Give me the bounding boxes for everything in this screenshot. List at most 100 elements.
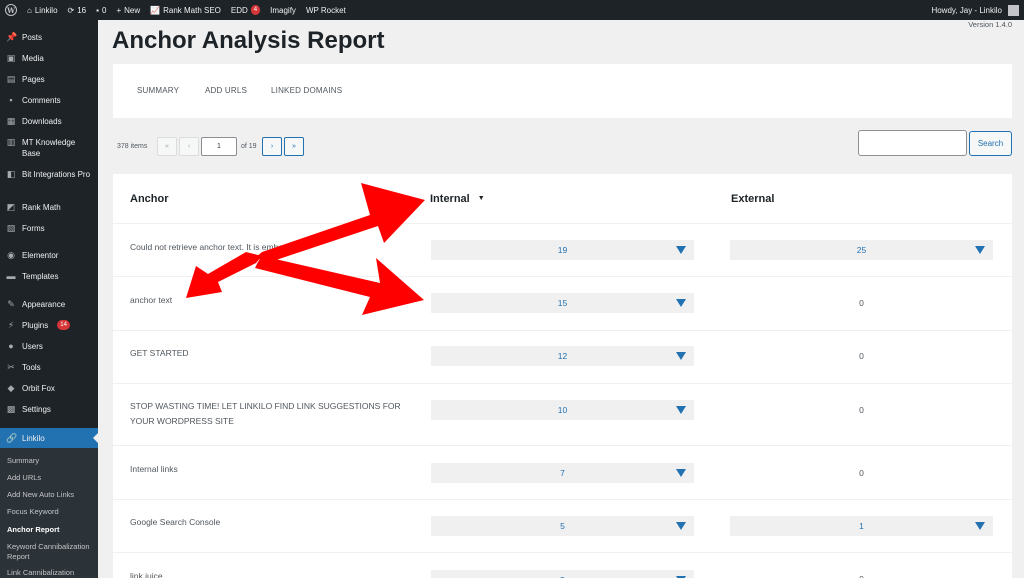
sidebar-item-pages[interactable]: ▤ Pages — [0, 74, 98, 85]
templates-icon: ▬ — [6, 271, 16, 281]
sidebar-item-downloads[interactable]: ▦ Downloads — [0, 116, 98, 127]
howdy-text: Howdy, Jay - Linkilo — [931, 5, 1002, 15]
sidebar-item-label: Media — [22, 54, 44, 63]
comment-icon: ▪ — [96, 5, 99, 15]
sidebar-item-posts[interactable]: 📌 Posts — [0, 32, 98, 43]
sidebar-item-orbit-fox[interactable]: ◆ Orbit Fox — [0, 383, 98, 394]
tools-icon: ✂ — [7, 362, 15, 372]
sidebar-item-bit-integrations[interactable]: ◧ Bit Integrations Pro — [0, 169, 98, 180]
row-divider — [113, 223, 1012, 224]
internal-count: 19 — [557, 245, 568, 255]
sidebar-item-label: Plugins — [22, 321, 49, 330]
sidebar-item-forms[interactable]: ▧ Forms — [0, 223, 98, 234]
sidebar-item-label: Orbit Fox — [22, 384, 55, 393]
last-page-button[interactable]: » — [284, 137, 304, 156]
tab-linked-domains[interactable]: LINKED DOMAINS — [271, 86, 342, 95]
sidebar-item-templates[interactable]: ▬ Templates — [0, 271, 98, 282]
row-divider — [113, 445, 1012, 446]
submenu-keyword-cannibalization[interactable]: Keyword Cannibalization Report — [7, 542, 95, 562]
sidebar-item-plugins[interactable]: ⚡ Plugins 14 — [0, 320, 98, 331]
external-count: 0 — [859, 351, 864, 361]
column-header-external[interactable]: External — [731, 193, 774, 205]
submenu-summary[interactable]: Summary — [7, 456, 95, 466]
submenu-add-urls[interactable]: Add URLs — [7, 473, 95, 483]
account-menu[interactable]: Howdy, Jay - Linkilo — [926, 0, 1024, 20]
pages-icon: ▤ — [6, 74, 16, 84]
comments-count: 0 — [101, 5, 107, 15]
anchor-cell: Internal links — [130, 464, 178, 474]
sidebar-item-settings[interactable]: ▩ Settings — [0, 404, 98, 415]
site-name-menu[interactable]: ⌂ Linkilo — [22, 0, 63, 20]
tab-summary[interactable]: SUMMARY — [137, 86, 179, 95]
sidebar-item-knowledge-base[interactable]: ▥ MT Knowledge Base — [0, 137, 98, 159]
internal-count: 7 — [560, 468, 565, 478]
internal-dropdown[interactable]: 10 — [431, 400, 694, 420]
column-header-anchor[interactable]: Anchor — [130, 193, 169, 205]
sidebar-item-label: Rank Math — [22, 203, 61, 212]
link-icon: 🔗 — [6, 433, 18, 443]
users-icon: ● — [8, 341, 14, 351]
anchor-cell: anchor text — [130, 295, 173, 305]
tab-add-urls[interactable]: ADD URLS — [205, 86, 247, 95]
admin-sidebar: 📌 Posts ▣ Media ▤ Pages ▪ Comments ▦ Download… — [0, 20, 98, 578]
sidebar-item-users[interactable]: ● Users — [0, 341, 98, 352]
submenu-anchor-report[interactable]: Anchor Report — [7, 525, 95, 535]
submenu-add-auto-links[interactable]: Add New Auto Links — [7, 490, 95, 500]
orbitfox-icon: ◆ — [7, 383, 15, 393]
avatar — [1008, 4, 1019, 16]
edd-menu[interactable]: EDD 4 — [226, 0, 265, 20]
plugins-icon: ⚡ — [7, 320, 15, 330]
current-page-input[interactable]: 1 — [201, 137, 237, 156]
dropdown-arrow-icon — [676, 352, 686, 360]
comments-menu[interactable]: ▪ 0 — [91, 0, 111, 20]
internal-dropdown[interactable]: 7 — [431, 463, 694, 483]
external-dropdown[interactable]: 25 — [730, 240, 993, 260]
plus-icon: + — [116, 5, 122, 15]
sidebar-item-label: Elementor — [22, 251, 59, 260]
wp-logo-menu[interactable]: W — [0, 0, 22, 20]
sidebar-item-label: Users — [22, 342, 43, 351]
appearance-icon: ✎ — [7, 299, 15, 309]
first-page-button[interactable]: « — [157, 137, 177, 156]
sidebar-item-linkilo[interactable]: 🔗 Linkilo — [0, 428, 98, 448]
internal-dropdown[interactable]: 15 — [431, 293, 694, 313]
sidebar-item-comments[interactable]: ▪ Comments — [0, 95, 98, 106]
dropdown-arrow-icon — [676, 299, 686, 307]
dropdown-arrow-icon — [975, 522, 985, 530]
imagify-menu[interactable]: Imagify — [265, 0, 301, 20]
sidebar-item-label: Templates — [22, 272, 59, 281]
pin-icon: 📌 — [6, 32, 18, 42]
row-divider — [113, 552, 1012, 553]
external-count: 0 — [859, 405, 864, 415]
internal-dropdown[interactable]: 19 — [431, 240, 694, 260]
anchor-cell: link juice — [130, 571, 163, 578]
dropdown-arrow-icon — [676, 246, 686, 254]
sidebar-item-rank-math[interactable]: ◩ Rank Math — [0, 202, 98, 213]
row-divider — [113, 330, 1012, 331]
search-button[interactable]: Search — [969, 131, 1012, 156]
updates-menu[interactable]: ⟳ 16 — [63, 0, 92, 20]
external-dropdown[interactable]: 1 — [730, 516, 993, 536]
wp-rocket-menu[interactable]: WP Rocket — [301, 0, 351, 20]
new-content-menu[interactable]: + New — [111, 0, 145, 20]
sidebar-item-media[interactable]: ▣ Media — [0, 53, 98, 64]
submenu-link-cannibalization[interactable]: Link Cannibalization — [7, 568, 95, 578]
search-input[interactable] — [858, 130, 967, 156]
integrations-icon: ◧ — [6, 169, 16, 179]
prev-page-button[interactable]: ‹ — [179, 137, 199, 156]
internal-dropdown[interactable]: 5 — [431, 570, 694, 578]
wordpress-icon: W — [5, 4, 17, 16]
tabs-bar: SUMMARY ADD URLS LINKED DOMAINS — [113, 64, 1012, 118]
sidebar-item-tools[interactable]: ✂ Tools — [0, 362, 98, 373]
column-header-internal[interactable]: Internal ▼ — [430, 193, 485, 205]
next-page-button[interactable]: › — [262, 137, 282, 156]
internal-dropdown[interactable]: 12 — [431, 346, 694, 366]
sidebar-item-label: MT Knowledge Base — [22, 138, 76, 158]
forms-icon: ▧ — [6, 223, 16, 233]
sidebar-item-label: Appearance — [22, 300, 66, 309]
rank-math-menu[interactable]: 📈 Rank Math SEO — [145, 0, 226, 20]
sidebar-item-appearance[interactable]: ✎ Appearance — [0, 299, 98, 310]
internal-dropdown[interactable]: 5 — [431, 516, 694, 536]
sidebar-item-elementor[interactable]: ◉ Elementor — [0, 250, 98, 261]
submenu-focus-keyword[interactable]: Focus Keyword — [7, 507, 95, 517]
